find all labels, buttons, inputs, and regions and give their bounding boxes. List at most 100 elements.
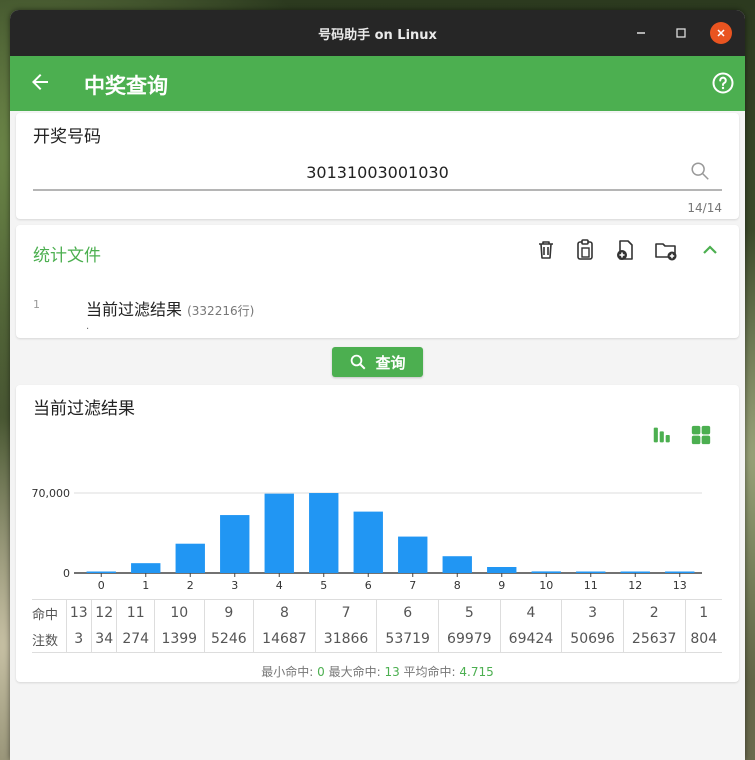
min-value: 0 bbox=[317, 665, 325, 679]
window-titlebar[interactable]: 号码助手 on Linux bbox=[10, 10, 745, 56]
bar[interactable] bbox=[353, 511, 383, 573]
x-tick-label: 7 bbox=[409, 579, 416, 592]
x-tick-label: 1 bbox=[142, 579, 149, 592]
hit-cell: 4 bbox=[499, 600, 562, 626]
x-tick-label: 13 bbox=[673, 579, 687, 592]
stats-file-card: 统计文件 1 当前过滤结果 (332216行) . bbox=[16, 225, 739, 338]
bar[interactable] bbox=[620, 571, 650, 574]
count-row: 注数 3 34 274 1399 5246 14687 31866 53719 69979 694… bbox=[32, 626, 722, 652]
bar[interactable] bbox=[131, 563, 161, 573]
search-icon[interactable] bbox=[689, 160, 711, 182]
number-card: 开奖号码 14/14 bbox=[16, 113, 739, 219]
hit-cell: 1 bbox=[684, 600, 722, 626]
hit-cell: 3 bbox=[561, 600, 624, 626]
minimize-icon bbox=[637, 32, 645, 34]
bar[interactable] bbox=[442, 556, 472, 573]
x-tick-label: 9 bbox=[498, 579, 505, 592]
x-tick-label: 3 bbox=[231, 579, 238, 592]
file-row-count: (332216行) bbox=[187, 304, 255, 318]
number-label: 开奖号码 bbox=[33, 127, 101, 147]
char-counter: 14/14 bbox=[687, 201, 722, 215]
x-tick-label: 12 bbox=[628, 579, 642, 592]
hit-cell: 7 bbox=[314, 600, 377, 626]
count-header: 注数 bbox=[32, 633, 59, 649]
chevron-up-icon[interactable] bbox=[698, 238, 722, 262]
query-button[interactable]: 查询 bbox=[332, 347, 423, 377]
count-cell: 3 bbox=[65, 626, 92, 652]
summary-line: 最小命中: 0 最大命中: 13 平均命中: 4.715 bbox=[16, 663, 739, 680]
bar[interactable] bbox=[175, 543, 205, 573]
bar[interactable] bbox=[220, 515, 250, 573]
hit-cell: 13 bbox=[65, 600, 92, 626]
hit-stats-table: 命中 13 12 11 10 9 8 7 6 5 4 3 2 1 注数 3 34 274 1399 5246 14… bbox=[32, 599, 722, 653]
x-tick-label: 8 bbox=[454, 579, 461, 592]
minimize-button[interactable] bbox=[630, 22, 652, 44]
hit-header: 命中 bbox=[32, 607, 59, 623]
bar[interactable] bbox=[576, 571, 606, 574]
x-tick-label: 2 bbox=[187, 579, 194, 592]
hit-cell: 10 bbox=[153, 600, 205, 626]
avg-label: 平均命中: bbox=[403, 665, 456, 679]
count-cell: 53719 bbox=[376, 626, 439, 652]
x-tick-label: 10 bbox=[539, 579, 553, 592]
hit-distribution-chart: 070,0000 1 2 3 4 5 6 7 8 9 10 11 12 13 bbox=[32, 487, 702, 592]
x-tick-label: 5 bbox=[320, 579, 327, 592]
count-cell: 5246 bbox=[203, 626, 254, 652]
file-row[interactable]: 当前过滤结果 (332216行) bbox=[86, 296, 254, 320]
count-cell: 804 bbox=[684, 626, 722, 652]
maximize-icon bbox=[676, 28, 686, 38]
file-row-name: 当前过滤结果 bbox=[86, 300, 183, 319]
help-icon[interactable] bbox=[711, 71, 735, 95]
bar[interactable] bbox=[531, 571, 561, 573]
bar[interactable] bbox=[398, 536, 428, 573]
hit-cell: 6 bbox=[376, 600, 439, 626]
close-icon bbox=[717, 29, 725, 37]
file-row-note: . bbox=[86, 321, 90, 332]
query-button-label: 查询 bbox=[375, 353, 406, 372]
count-cell: 34 bbox=[90, 626, 117, 652]
close-button[interactable] bbox=[710, 22, 732, 44]
bar[interactable] bbox=[665, 571, 695, 574]
count-cell: 1399 bbox=[153, 626, 205, 652]
stats-file-title[interactable]: 统计文件 bbox=[33, 241, 101, 266]
count-cell: 14687 bbox=[253, 626, 316, 652]
max-label: 最大命中: bbox=[328, 665, 381, 679]
number-input[interactable] bbox=[33, 155, 722, 191]
bar[interactable] bbox=[487, 567, 517, 573]
hit-cell: 11 bbox=[116, 600, 155, 626]
result-title: 当前过滤结果 bbox=[33, 399, 135, 419]
delete-icon[interactable] bbox=[534, 238, 558, 262]
y-tick-label: 70,000 bbox=[32, 487, 71, 500]
hit-cell: 12 bbox=[90, 600, 117, 626]
count-cell: 50696 bbox=[561, 626, 624, 652]
min-label: 最小命中: bbox=[261, 665, 314, 679]
clipboard-icon[interactable] bbox=[573, 238, 597, 262]
count-cell: 69979 bbox=[438, 626, 501, 652]
back-arrow-icon[interactable] bbox=[28, 70, 52, 94]
file-row-index: 1 bbox=[33, 298, 40, 311]
x-tick-label: 4 bbox=[276, 579, 283, 592]
hit-cell: 5 bbox=[438, 600, 501, 626]
add-folder-icon[interactable] bbox=[654, 238, 678, 262]
app-window: 号码助手 on Linux 中奖查询 开奖号码 14/14 bbox=[10, 10, 745, 760]
add-file-icon[interactable] bbox=[613, 238, 637, 262]
hit-cell: 9 bbox=[203, 600, 254, 626]
hit-row: 命中 13 12 11 10 9 8 7 6 5 4 3 2 1 bbox=[32, 600, 722, 626]
page-title: 中奖查询 bbox=[84, 74, 168, 98]
avg-value: 4.715 bbox=[459, 665, 494, 679]
count-cell: 69424 bbox=[499, 626, 562, 652]
maximize-button[interactable] bbox=[670, 22, 692, 44]
max-value: 13 bbox=[384, 665, 400, 679]
count-cell: 274 bbox=[116, 626, 155, 652]
x-tick-label: 11 bbox=[584, 579, 598, 592]
grid-view-icon[interactable] bbox=[690, 424, 712, 446]
bar[interactable] bbox=[86, 571, 116, 574]
window-title: 号码助手 on Linux bbox=[318, 27, 437, 43]
bar[interactable] bbox=[264, 493, 294, 573]
x-tick-label: 6 bbox=[365, 579, 372, 592]
app-bar: 中奖查询 bbox=[10, 56, 745, 111]
bar[interactable] bbox=[309, 493, 339, 573]
x-tick-label: 0 bbox=[98, 579, 105, 592]
search-icon bbox=[351, 354, 366, 370]
bar-chart-icon[interactable] bbox=[651, 424, 673, 446]
